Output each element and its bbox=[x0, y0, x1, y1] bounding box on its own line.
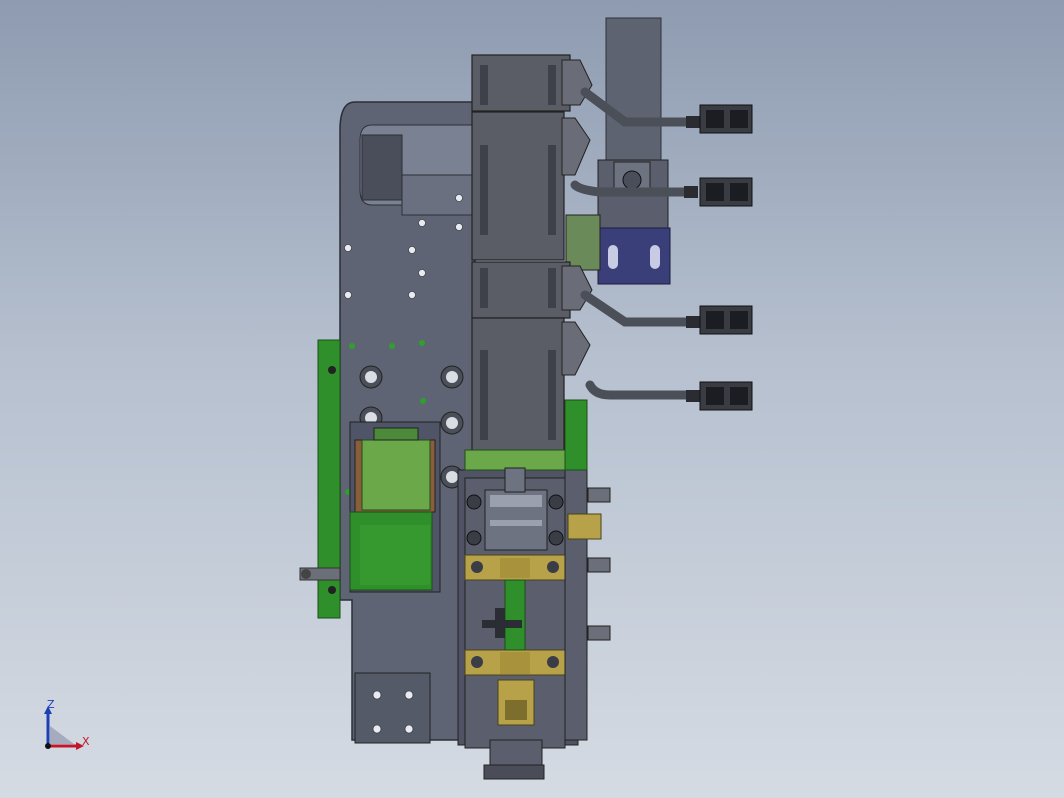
cad-viewport[interactable]: Z X bbox=[0, 0, 1064, 798]
assembly-model[interactable] bbox=[0, 0, 1064, 798]
axis-triad-icon: Z X bbox=[38, 698, 98, 758]
connector-icon bbox=[699, 104, 753, 411]
axis-z-label: Z bbox=[47, 698, 55, 711]
right-rail bbox=[564, 464, 588, 741]
green-rod bbox=[504, 579, 526, 651]
lower-left-block bbox=[354, 672, 431, 744]
axis-x-label: X bbox=[82, 735, 90, 748]
